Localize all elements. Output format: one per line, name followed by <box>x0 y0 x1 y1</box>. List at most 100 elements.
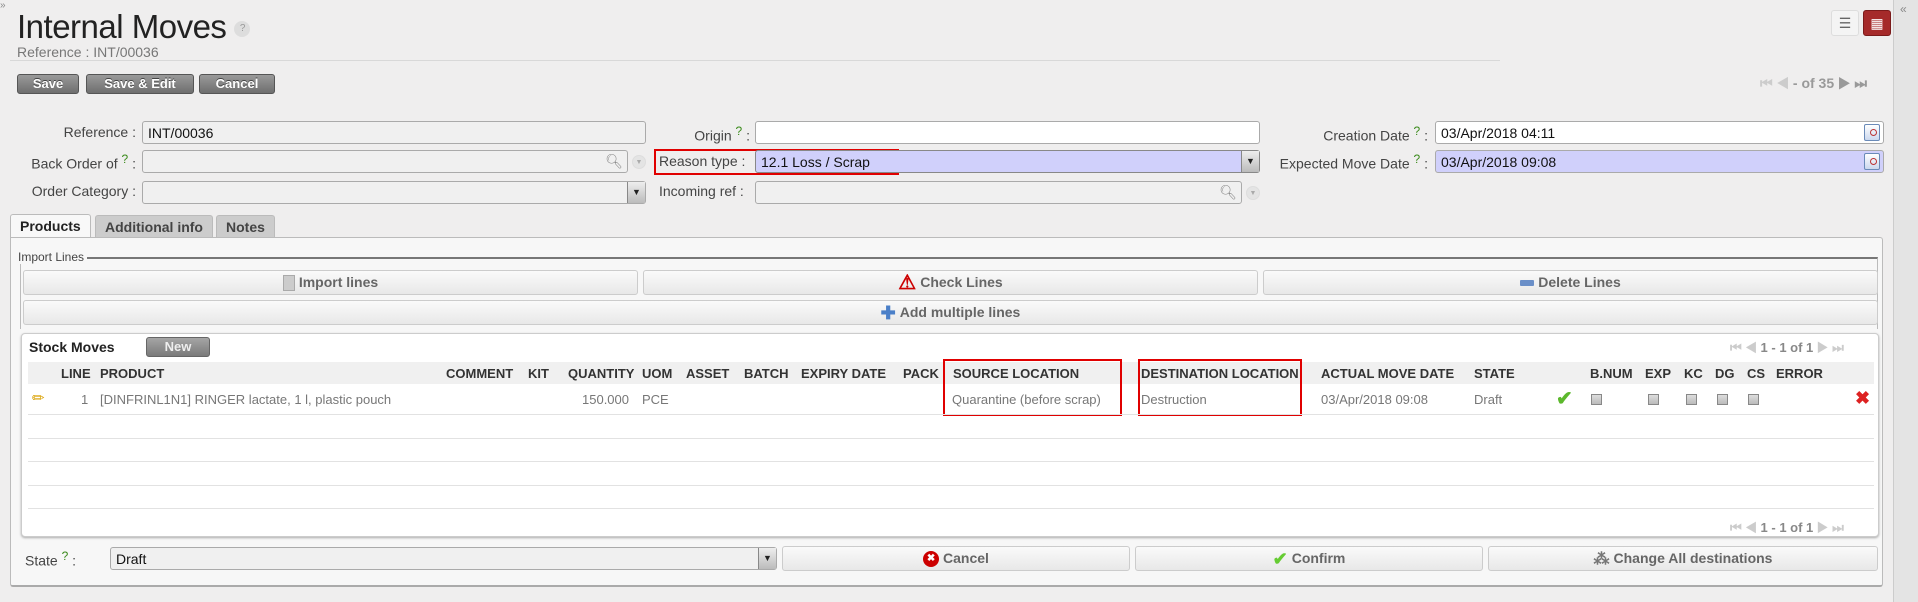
bnum-checkbox[interactable] <box>1591 394 1602 405</box>
creation-date-field[interactable]: 03/Apr/2018 04:11 <box>1435 121 1884 144</box>
first-icon[interactable]: ⏮ <box>1760 75 1773 91</box>
minus-icon <box>1520 280 1535 287</box>
dropdown-icon[interactable]: ▼ <box>632 155 646 169</box>
incoming-ref-label: Incoming ref : <box>659 183 744 199</box>
reason-type-label: Reason type : <box>659 153 746 169</box>
help-icon[interactable]: ? <box>234 21 251 38</box>
calendar-icon[interactable] <box>1864 124 1880 141</box>
col-batch[interactable]: BATCH <box>744 366 789 381</box>
form-view-icon[interactable]: ▦ <box>1863 10 1891 36</box>
cancel-button[interactable]: Cancel <box>199 74 275 94</box>
col-uom[interactable]: UOM <box>642 366 672 381</box>
save-button[interactable]: Save <box>17 74 79 94</box>
row-divider <box>28 461 1874 462</box>
change-destinations-icon: ⁂ <box>1593 550 1610 568</box>
grid-pager-bottom: ⏮ ◀ 1 - 1 of 1 ▶ ⏭ <box>1730 520 1844 535</box>
row-state: Draft <box>1474 392 1503 407</box>
source-location-highlight <box>943 359 1122 416</box>
dropdown-icon[interactable]: ▼ <box>1246 186 1260 200</box>
calendar-icon[interactable] <box>1864 153 1880 170</box>
page-title: Internal Moves? <box>17 8 251 46</box>
col-pack[interactable]: PACK <box>903 366 939 381</box>
right-panel-toggle[interactable]: « <box>1893 0 1918 602</box>
row-divider <box>28 508 1874 509</box>
check-icon: ✔ <box>1556 388 1573 410</box>
delete-row-icon[interactable]: ✖ <box>1855 388 1870 409</box>
reference-label: Reference : <box>63 124 136 140</box>
col-exp[interactable]: EXP <box>1645 366 1671 381</box>
last-icon[interactable]: ▶ ⏭ <box>1817 340 1844 355</box>
cancel-move-button[interactable]: ✖ Cancel <box>782 546 1130 571</box>
import-lines-legend: Import Lines <box>18 250 88 264</box>
col-expiry-date[interactable]: EXPIRY DATE <box>801 366 886 381</box>
row-quantity: 150.000 <box>582 392 629 407</box>
col-product[interactable]: PRODUCT <box>100 366 164 381</box>
col-cs[interactable]: CS <box>1747 366 1765 381</box>
save-edit-button[interactable]: Save & Edit <box>86 74 194 94</box>
incoming-ref-field[interactable]: 🔍︎ <box>755 181 1242 204</box>
next-icon[interactable]: ▶ <box>1838 75 1851 91</box>
confirm-button[interactable]: ✔ Confirm <box>1135 546 1483 571</box>
add-multiple-lines-button[interactable]: ✚ Add multiple lines <box>23 300 1878 325</box>
chevron-down-icon[interactable]: ▼ <box>627 182 645 203</box>
order-category-label: Order Category : <box>31 183 136 199</box>
prev-icon[interactable]: ◀ <box>1777 75 1790 91</box>
check-lines-button[interactable]: ⚠ Check Lines <box>643 270 1258 295</box>
check-icon: ✔ <box>1272 548 1288 569</box>
row-product: [DINFRINL1N1] RINGER lactate, 1 l, plast… <box>100 392 392 407</box>
tab-products[interactable]: Products <box>10 214 91 238</box>
new-stock-move-button[interactable]: New <box>146 337 210 357</box>
import-lines-button[interactable]: Import lines <box>23 270 638 295</box>
col-kc[interactable]: KC <box>1684 366 1703 381</box>
col-state[interactable]: STATE <box>1474 366 1515 381</box>
row-divider <box>28 414 1874 415</box>
delete-lines-button[interactable]: Delete Lines <box>1263 270 1878 295</box>
exp-checkbox[interactable] <box>1648 394 1659 405</box>
change-all-destinations-button[interactable]: ⁂ Change All destinations <box>1488 546 1878 571</box>
col-dg[interactable]: DG <box>1715 366 1735 381</box>
origin-field[interactable] <box>755 121 1260 144</box>
tab-notes[interactable]: Notes <box>216 215 275 238</box>
row-divider <box>28 438 1874 439</box>
reason-type-select[interactable]: 12.1 Loss / Scrap ▼ <box>755 150 1260 173</box>
row-actual-move-date: 03/Apr/2018 09:08 <box>1321 392 1428 407</box>
reference-field[interactable]: INT/00036 <box>142 121 646 144</box>
expected-move-date-field[interactable]: 03/Apr/2018 09:08 <box>1435 150 1884 173</box>
left-panel-toggle[interactable]: » <box>0 0 7 30</box>
col-line[interactable]: LINE <box>61 366 91 381</box>
col-comment[interactable]: COMMENT <box>446 366 513 381</box>
chevron-down-icon[interactable]: ▼ <box>758 548 776 569</box>
row-destination-location: Destruction <box>1141 392 1207 407</box>
destination-location-highlight <box>1138 359 1302 416</box>
col-kit[interactable]: KIT <box>528 366 549 381</box>
list-view-icon[interactable]: ☰ <box>1831 10 1859 36</box>
cs-checkbox[interactable] <box>1748 394 1759 405</box>
col-quantity[interactable]: QUANTITY <box>568 366 634 381</box>
warning-icon: ⚠ <box>898 271 917 294</box>
col-asset[interactable]: ASSET <box>686 366 729 381</box>
last-icon[interactable]: ▶ ⏭ <box>1817 520 1844 535</box>
col-bnum[interactable]: B.NUM <box>1590 366 1633 381</box>
dg-checkbox[interactable] <box>1717 394 1728 405</box>
row-divider <box>28 485 1874 486</box>
edit-pencil-icon[interactable]: ✏ <box>32 389 45 407</box>
search-icon[interactable]: 🔍︎ <box>605 152 623 170</box>
back-order-label: Back Order of ? : <box>31 152 136 172</box>
origin-label: Origin ? : <box>694 124 750 144</box>
pager-text: - of 35 <box>1792 75 1835 91</box>
first-icon[interactable]: ⏮ ◀ <box>1730 520 1757 535</box>
divider <box>10 60 1500 61</box>
row-source-location: Quarantine (before scrap) <box>952 392 1101 407</box>
back-order-field[interactable]: 🔍︎ <box>142 150 628 173</box>
col-error[interactable]: ERROR <box>1776 366 1823 381</box>
reference-subtitle: Reference : INT/00036 <box>17 44 159 60</box>
last-icon[interactable]: ⏭ <box>1854 75 1867 91</box>
order-category-select[interactable]: ▼ <box>142 181 646 204</box>
first-icon[interactable]: ⏮ ◀ <box>1730 340 1757 355</box>
state-select[interactable]: Draft ▼ <box>110 547 777 570</box>
col-actual-move-date[interactable]: ACTUAL MOVE DATE <box>1321 366 1454 381</box>
row-uom: PCE <box>642 392 669 407</box>
kc-checkbox[interactable] <box>1686 394 1697 405</box>
search-icon[interactable]: 🔍︎ <box>1219 183 1237 201</box>
tab-additional-info[interactable]: Additional info <box>95 215 213 238</box>
